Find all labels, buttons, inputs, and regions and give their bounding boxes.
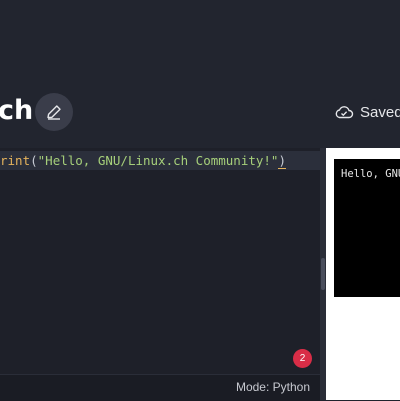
code-string-token: "Hello, GNU/Linux.ch Community!": [37, 153, 279, 168]
code-close-paren: ): [278, 153, 286, 169]
save-status-label: Saved: [360, 103, 400, 121]
code-function-token: rint: [0, 153, 31, 168]
code-editor[interactable]: [0, 148, 320, 400]
mode-indicator: Mode: Python: [235, 380, 310, 394]
project-title: ch: [0, 95, 34, 126]
resizer-handle[interactable]: [321, 258, 325, 290]
output-panel: Hello, GNU/Linux.ch Community!: [326, 148, 400, 400]
pencil-icon: [47, 105, 61, 120]
status-bar: Mode: Python: [0, 374, 320, 401]
cloud-check-icon: [335, 106, 354, 119]
code-line[interactable]: rint("Hello, GNU/Linux.ch Community!"): [0, 152, 286, 170]
header-bar: ch Saved: [0, 0, 400, 148]
output-text: Hello, GNU/Linux.ch Community!: [341, 168, 400, 180]
error-count-badge[interactable]: 2: [293, 349, 312, 368]
code-open-paren: (: [30, 153, 38, 168]
save-status: Saved: [334, 101, 400, 123]
edit-title-button[interactable]: [35, 93, 73, 131]
output-terminal: Hello, GNU/Linux.ch Community!: [334, 159, 400, 297]
